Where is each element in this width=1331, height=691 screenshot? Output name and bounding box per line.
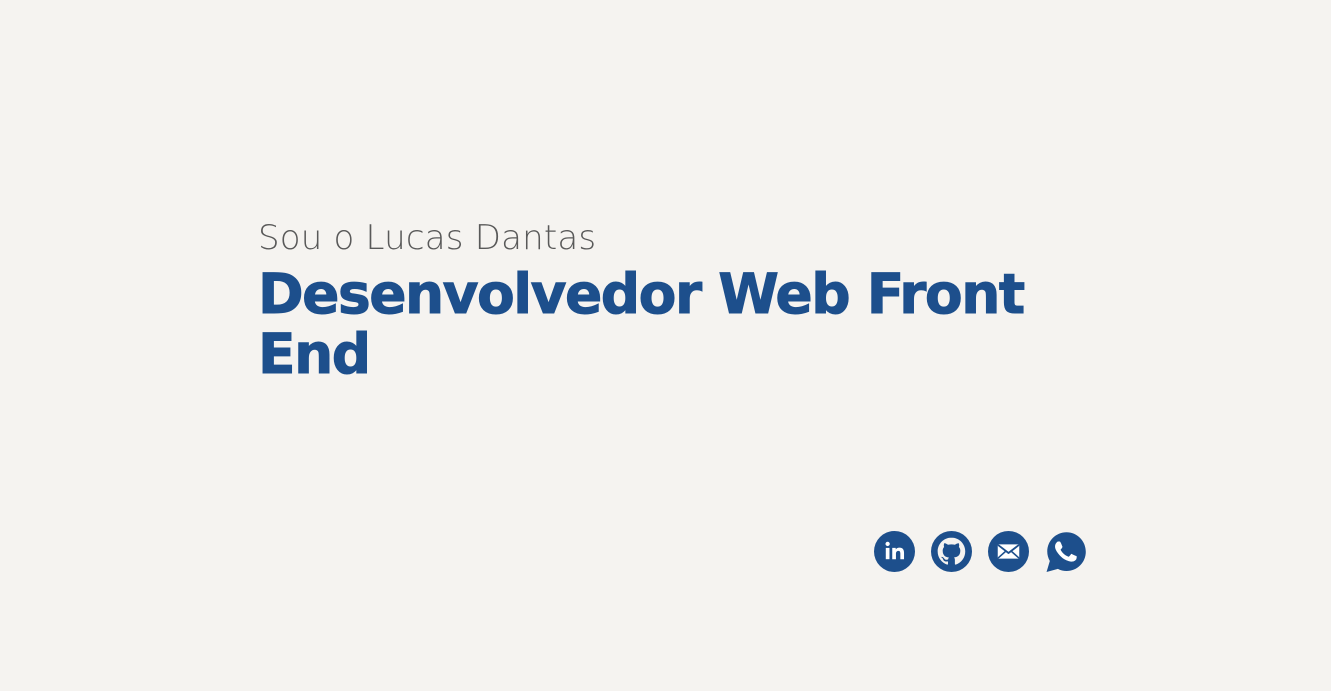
linkedin-icon [874,531,915,572]
github-icon [931,531,972,572]
hero-section: Sou o Lucas Dantas Desenvolvedor Web Fro… [258,216,1088,386]
social-links [874,531,1086,572]
whatsapp-link[interactable] [1045,531,1086,572]
linkedin-link[interactable] [874,531,915,572]
hero-title: Desenvolvedor Web Front End [258,262,1026,386]
whatsapp-icon [1046,532,1086,572]
github-link[interactable] [931,531,972,572]
email-icon [988,531,1029,572]
hero-intro: Sou o Lucas Dantas [258,218,597,258]
email-link[interactable] [988,531,1029,572]
